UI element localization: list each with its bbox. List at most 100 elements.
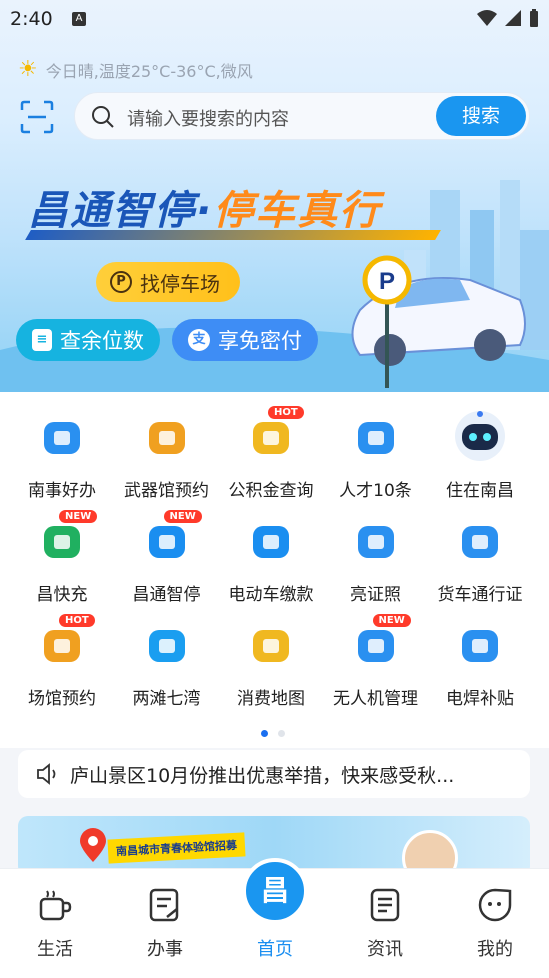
service-item[interactable]: 住在南昌 (425, 404, 535, 504)
remaining-spots-label: 查余位数 (60, 329, 144, 353)
person-icon (356, 418, 396, 458)
service-item[interactable]: 武器馆预约 (112, 404, 222, 504)
search-input[interactable]: 请输入要搜索的内容 (127, 105, 289, 131)
hot-badge: HOT (59, 614, 95, 627)
home-logo-icon[interactable]: 昌 (242, 858, 308, 924)
promo-tag: 南昌城市青春体验馆招募 (107, 832, 246, 864)
search-bar[interactable]: 请输入要搜索的内容 搜索 (74, 92, 530, 140)
compass-icon (42, 418, 82, 458)
page-dot (278, 730, 285, 737)
service-label: 武器馆预约 (124, 481, 209, 501)
tab-life[interactable]: 生活 (0, 869, 110, 969)
service-item[interactable]: 两滩七湾 (112, 612, 222, 712)
banner-title-part2: 停车真行 (213, 188, 382, 234)
calendar-icon (42, 626, 82, 666)
service-label: 人才10条 (339, 481, 412, 501)
search-icon (92, 106, 114, 128)
new-badge: NEW (59, 510, 98, 523)
new-badge: NEW (163, 510, 202, 523)
service-label: 南事好办 (28, 481, 96, 501)
service-item[interactable]: NEW 昌通智停 (112, 508, 222, 608)
location-pin-icon (80, 828, 106, 862)
service-item[interactable]: NEW 无人机管理 (321, 612, 431, 712)
notification-a-icon: A (72, 12, 86, 26)
service-label: 住在南昌 (446, 481, 514, 501)
service-label: 货车通行证 (437, 585, 523, 605)
coffee-cup-icon (39, 890, 72, 921)
remaining-spots-button[interactable]: ≡ 查余位数 (16, 319, 160, 361)
id-card-icon (356, 522, 396, 562)
banner-title-part1: 昌通智停· (28, 188, 214, 234)
service-label: 无人机管理 (333, 689, 418, 709)
service-item[interactable]: HOT 公积金查询 (216, 404, 326, 504)
alipay-icon: 支 (188, 329, 210, 351)
wifi-icon (477, 10, 497, 26)
hot-badge: HOT (268, 406, 304, 419)
tab-mine[interactable]: 我的 (440, 869, 549, 969)
service-item[interactable]: 电焊补贴 (425, 612, 535, 712)
scooter-icon (251, 522, 291, 562)
service-label: 公积金查询 (228, 481, 314, 501)
smile-face-icon (478, 888, 512, 922)
service-label: 两滩七湾 (132, 689, 201, 709)
battery-icon (530, 9, 538, 27)
parking-icon (147, 522, 187, 562)
cellular-signal-icon (505, 10, 521, 26)
speaker-icon (37, 763, 56, 785)
search-button[interactable]: 搜索 (436, 96, 526, 136)
scan-icon[interactable] (20, 100, 54, 134)
service-label: 电焊补贴 (446, 689, 514, 709)
charger-icon (42, 522, 82, 562)
parking-p-icon: P (110, 271, 132, 293)
truck-icon (460, 522, 500, 562)
service-item[interactable]: 货车通行证 (425, 508, 535, 608)
tab-news[interactable]: 资讯 (330, 869, 440, 969)
service-item[interactable]: 电动车缴款 (216, 508, 326, 608)
weather-text: 今日晴,温度25°C-36°C,微风 (45, 62, 253, 81)
notice-text: 庐山景区10月份推出优惠举措，快来感受秋... (70, 764, 455, 787)
password-free-pay-button[interactable]: 支 享免密付 (172, 319, 318, 361)
robot-icon (455, 411, 505, 461)
list-icon: ≡ (32, 329, 52, 351)
notice-bar[interactable]: 庐山景区10月份推出优惠举措，快来感受秋... (18, 750, 530, 798)
services-panel: 南事好办 武器馆预约 HOT 公积金查询 人才10条 住在南昌 NEW 昌快充 NEW 昌通智停电… (0, 392, 549, 748)
service-label: 昌通智停 (132, 585, 201, 605)
find-parking-button[interactable]: P 找停车场 (96, 262, 240, 302)
welder-icon (460, 626, 500, 666)
tab-label: 我的 (477, 939, 513, 960)
find-parking-label: 找停车场 (140, 271, 220, 296)
weather-bar: ☀ 今日晴,温度25°C-36°C,微风 (18, 58, 253, 82)
service-item[interactable]: 南事好办 (7, 404, 117, 504)
document-edit-icon (149, 888, 179, 922)
page-indicator (261, 730, 285, 737)
tab-label: 办事 (147, 939, 183, 960)
password-free-pay-label: 享免密付 (218, 329, 302, 353)
news-icon (370, 888, 400, 922)
service-label: 电动车缴款 (228, 585, 314, 605)
sun-icon: ☀ (18, 57, 38, 82)
service-item[interactable]: 亮证照 (321, 508, 431, 608)
service-item[interactable]: NEW 昌快充 (7, 508, 117, 608)
drone-icon (356, 626, 396, 666)
service-item[interactable]: 人才10条 (321, 404, 431, 504)
ticket-icon (147, 418, 187, 458)
tab-label: 生活 (37, 939, 73, 960)
page-dot-active (261, 730, 268, 737)
new-badge: NEW (372, 614, 411, 627)
service-label: 消费地图 (237, 689, 305, 709)
service-label: 场馆预约 (28, 689, 96, 709)
service-label: 亮证照 (350, 585, 401, 605)
banner-title: 昌通智停·停车真行 (28, 178, 381, 236)
tab-label: 资讯 (367, 939, 403, 960)
status-bar: 2:40 A (0, 0, 549, 38)
swim-icon (147, 626, 187, 666)
money-bag-icon (251, 418, 291, 458)
service-item[interactable]: 消费地图 (216, 612, 326, 712)
service-label: 昌快充 (36, 585, 88, 605)
service-item[interactable]: HOT 场馆预约 (7, 612, 117, 712)
tab-label: 首页 (257, 939, 293, 960)
coins-icon (251, 626, 291, 666)
status-time: 2:40 (10, 8, 53, 30)
tab-affairs[interactable]: 办事 (110, 869, 220, 969)
parking-sign-text: P (379, 268, 395, 295)
